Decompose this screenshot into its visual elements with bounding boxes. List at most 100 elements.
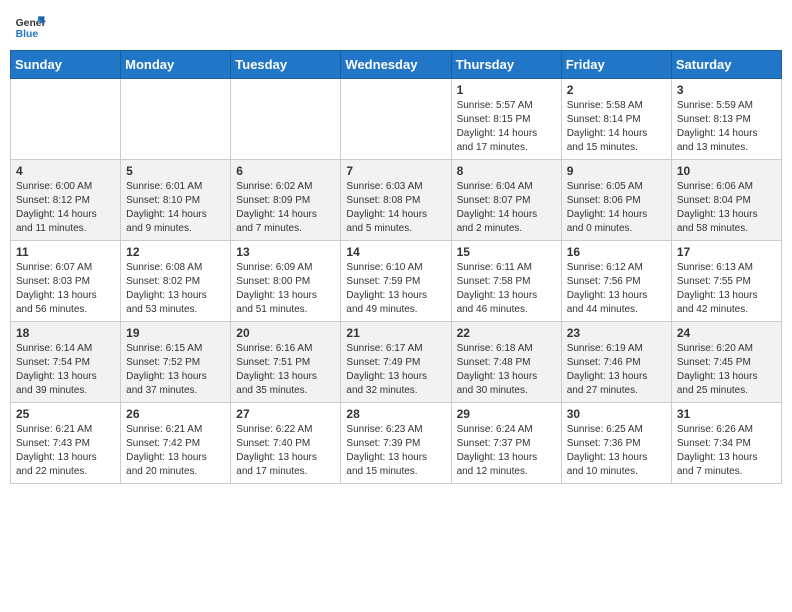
day-info: Sunrise: 6:01 AM xyxy=(126,180,225,194)
day-number: 3 xyxy=(677,83,776,97)
day-info: Sunset: 7:36 PM xyxy=(567,437,666,451)
day-info: and 17 minutes. xyxy=(457,141,556,155)
day-number: 8 xyxy=(457,164,556,178)
calendar-week-2: 4Sunrise: 6:00 AMSunset: 8:12 PMDaylight… xyxy=(11,160,782,241)
day-info: Sunset: 8:08 PM xyxy=(346,194,445,208)
day-info: and 37 minutes. xyxy=(126,384,225,398)
day-info: Sunrise: 6:17 AM xyxy=(346,342,445,356)
calendar-cell: 3Sunrise: 5:59 AMSunset: 8:13 PMDaylight… xyxy=(671,79,781,160)
day-info: Sunrise: 6:19 AM xyxy=(567,342,666,356)
day-number: 11 xyxy=(16,245,115,259)
day-info: Sunrise: 6:18 AM xyxy=(457,342,556,356)
day-info: Sunrise: 6:25 AM xyxy=(567,423,666,437)
day-info: and 46 minutes. xyxy=(457,303,556,317)
calendar-cell: 6Sunrise: 6:02 AMSunset: 8:09 PMDaylight… xyxy=(231,160,341,241)
day-info: Daylight: 13 hours xyxy=(457,289,556,303)
day-info: Sunrise: 6:26 AM xyxy=(677,423,776,437)
day-info: and 15 minutes. xyxy=(567,141,666,155)
day-info: and 51 minutes. xyxy=(236,303,335,317)
day-info: and 58 minutes. xyxy=(677,222,776,236)
calendar-cell: 4Sunrise: 6:00 AMSunset: 8:12 PMDaylight… xyxy=(11,160,121,241)
day-info: Daylight: 13 hours xyxy=(567,370,666,384)
day-number: 21 xyxy=(346,326,445,340)
calendar-cell: 15Sunrise: 6:11 AMSunset: 7:58 PMDayligh… xyxy=(451,241,561,322)
day-number: 26 xyxy=(126,407,225,421)
day-info: and 9 minutes. xyxy=(126,222,225,236)
calendar-week-4: 18Sunrise: 6:14 AMSunset: 7:54 PMDayligh… xyxy=(11,322,782,403)
day-info: Sunset: 7:40 PM xyxy=(236,437,335,451)
day-info: Daylight: 14 hours xyxy=(346,208,445,222)
day-number: 4 xyxy=(16,164,115,178)
header-tuesday: Tuesday xyxy=(231,51,341,79)
calendar-cell: 31Sunrise: 6:26 AMSunset: 7:34 PMDayligh… xyxy=(671,403,781,484)
calendar-cell: 19Sunrise: 6:15 AMSunset: 7:52 PMDayligh… xyxy=(121,322,231,403)
day-info: Daylight: 14 hours xyxy=(236,208,335,222)
day-info: Sunset: 7:51 PM xyxy=(236,356,335,370)
day-info: Sunrise: 6:07 AM xyxy=(16,261,115,275)
day-info: Sunrise: 6:11 AM xyxy=(457,261,556,275)
day-info: Sunrise: 5:58 AM xyxy=(567,99,666,113)
day-number: 10 xyxy=(677,164,776,178)
day-info: and 20 minutes. xyxy=(126,465,225,479)
day-info: and 35 minutes. xyxy=(236,384,335,398)
day-info: and 39 minutes. xyxy=(16,384,115,398)
day-info: and 17 minutes. xyxy=(236,465,335,479)
calendar-cell: 22Sunrise: 6:18 AMSunset: 7:48 PMDayligh… xyxy=(451,322,561,403)
day-info: Sunset: 8:15 PM xyxy=(457,113,556,127)
day-info: Sunset: 7:56 PM xyxy=(567,275,666,289)
calendar-cell: 7Sunrise: 6:03 AMSunset: 8:08 PMDaylight… xyxy=(341,160,451,241)
day-info: and 10 minutes. xyxy=(567,465,666,479)
header-wednesday: Wednesday xyxy=(341,51,451,79)
header-sunday: Sunday xyxy=(11,51,121,79)
day-info: Sunset: 7:45 PM xyxy=(677,356,776,370)
header-friday: Friday xyxy=(561,51,671,79)
day-info: Sunset: 7:34 PM xyxy=(677,437,776,451)
header-saturday: Saturday xyxy=(671,51,781,79)
day-info: Daylight: 13 hours xyxy=(236,370,335,384)
day-info: Sunset: 7:39 PM xyxy=(346,437,445,451)
day-number: 12 xyxy=(126,245,225,259)
day-info: Sunrise: 6:21 AM xyxy=(126,423,225,437)
day-info: Daylight: 13 hours xyxy=(457,451,556,465)
day-number: 14 xyxy=(346,245,445,259)
day-info: and 15 minutes. xyxy=(346,465,445,479)
calendar-cell xyxy=(341,79,451,160)
day-info: Sunset: 7:46 PM xyxy=(567,356,666,370)
header-monday: Monday xyxy=(121,51,231,79)
day-info: and 53 minutes. xyxy=(126,303,225,317)
day-info: Sunset: 7:52 PM xyxy=(126,356,225,370)
day-number: 20 xyxy=(236,326,335,340)
day-info: Sunrise: 6:22 AM xyxy=(236,423,335,437)
calendar-cell: 16Sunrise: 6:12 AMSunset: 7:56 PMDayligh… xyxy=(561,241,671,322)
calendar-cell: 29Sunrise: 6:24 AMSunset: 7:37 PMDayligh… xyxy=(451,403,561,484)
day-number: 2 xyxy=(567,83,666,97)
day-info: Sunset: 7:54 PM xyxy=(16,356,115,370)
day-info: Sunset: 8:14 PM xyxy=(567,113,666,127)
day-info: Daylight: 13 hours xyxy=(677,289,776,303)
day-number: 16 xyxy=(567,245,666,259)
day-info: Sunrise: 6:15 AM xyxy=(126,342,225,356)
calendar-cell: 1Sunrise: 5:57 AMSunset: 8:15 PMDaylight… xyxy=(451,79,561,160)
day-info: and 11 minutes. xyxy=(16,222,115,236)
calendar-cell: 23Sunrise: 6:19 AMSunset: 7:46 PMDayligh… xyxy=(561,322,671,403)
day-info: Sunset: 8:13 PM xyxy=(677,113,776,127)
day-info: Sunrise: 6:06 AM xyxy=(677,180,776,194)
day-info: Daylight: 13 hours xyxy=(236,289,335,303)
calendar-cell: 2Sunrise: 5:58 AMSunset: 8:14 PMDaylight… xyxy=(561,79,671,160)
logo-icon: General Blue xyxy=(14,10,46,42)
day-info: Daylight: 13 hours xyxy=(126,451,225,465)
day-info: Daylight: 13 hours xyxy=(346,289,445,303)
day-info: Sunset: 7:59 PM xyxy=(346,275,445,289)
calendar-cell: 21Sunrise: 6:17 AMSunset: 7:49 PMDayligh… xyxy=(341,322,451,403)
header-thursday: Thursday xyxy=(451,51,561,79)
calendar-week-1: 1Sunrise: 5:57 AMSunset: 8:15 PMDaylight… xyxy=(11,79,782,160)
day-info: Sunset: 8:03 PM xyxy=(16,275,115,289)
day-info: Sunset: 7:58 PM xyxy=(457,275,556,289)
day-info: Sunset: 8:00 PM xyxy=(236,275,335,289)
day-info: and 44 minutes. xyxy=(567,303,666,317)
day-info: Sunrise: 6:24 AM xyxy=(457,423,556,437)
day-info: Sunset: 8:10 PM xyxy=(126,194,225,208)
calendar-cell: 18Sunrise: 6:14 AMSunset: 7:54 PMDayligh… xyxy=(11,322,121,403)
calendar-cell: 30Sunrise: 6:25 AMSunset: 7:36 PMDayligh… xyxy=(561,403,671,484)
day-number: 13 xyxy=(236,245,335,259)
